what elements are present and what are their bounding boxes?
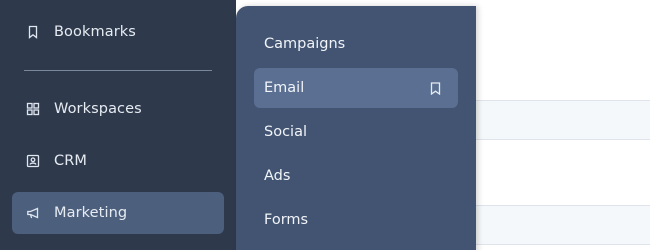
submenu-item-ads[interactable]: Ads [254, 156, 458, 196]
table-row[interactable] [460, 205, 650, 245]
submenu-item-campaigns[interactable]: Campaigns [254, 24, 458, 64]
main-content [460, 0, 650, 250]
sidebar-item-marketing[interactable]: Marketing [12, 192, 224, 234]
submenu-item-forms[interactable]: Forms [254, 200, 458, 240]
sidebar-divider [24, 70, 212, 71]
sidebar-item-label: CRM [54, 153, 88, 169]
submenu-item-label: Ads [264, 168, 291, 184]
sidebar-item-workspaces[interactable]: Workspaces [12, 88, 224, 130]
sidebar-item-crm[interactable]: CRM [12, 140, 224, 182]
submenu-item-label: Social [264, 124, 307, 140]
sidebar-nav: Bookmarks Workspaces CRM Marketing [0, 0, 236, 250]
marketing-submenu: Campaigns Email Social Ads Forms [236, 6, 476, 250]
submenu-item-social[interactable]: Social [254, 112, 458, 152]
app-window: Bookmarks Workspaces CRM Marketing Campa… [0, 0, 650, 250]
contact-card-icon [24, 152, 42, 170]
submenu-item-email[interactable]: Email [254, 68, 458, 108]
sidebar-item-label: Marketing [54, 205, 128, 221]
grid-icon [24, 100, 42, 118]
megaphone-icon [24, 204, 42, 222]
sidebar-item-bookmarks[interactable]: Bookmarks [12, 11, 224, 53]
bookmark-icon [24, 23, 42, 41]
submenu-item-label: Email [264, 80, 305, 96]
submenu-item-label: Forms [264, 212, 309, 228]
sidebar-item-label: Bookmarks [54, 24, 136, 40]
table-row[interactable] [460, 100, 650, 140]
sidebar-item-label: Workspaces [54, 101, 142, 117]
submenu-item-label: Campaigns [264, 36, 346, 52]
bookmark-icon[interactable] [428, 81, 442, 95]
